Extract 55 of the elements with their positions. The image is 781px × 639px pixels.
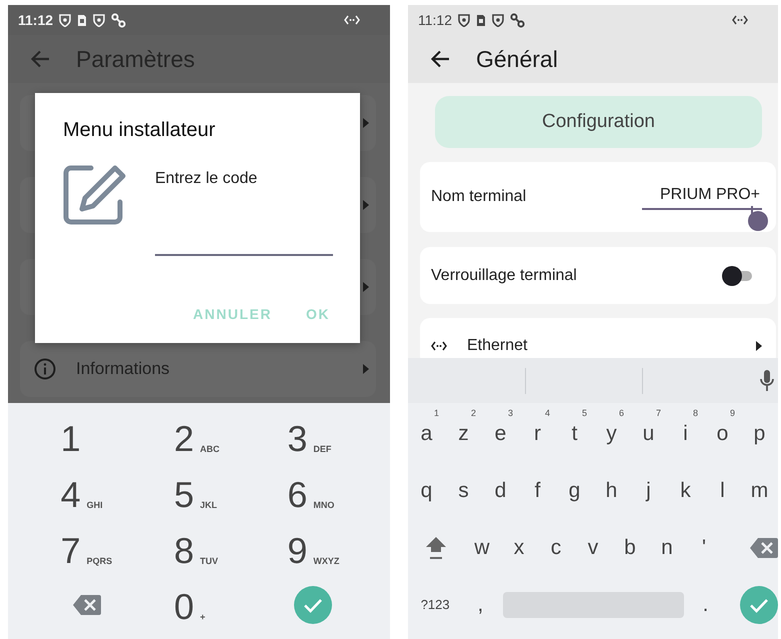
keypad-key[interactable]: 7 PQRS bbox=[30, 521, 144, 577]
keyboard-key[interactable]: p bbox=[741, 405, 778, 462]
keyboard-key[interactable]: f bbox=[519, 462, 556, 519]
keypad-key[interactable]: 9 WXYZ bbox=[256, 521, 370, 577]
keyboard-key[interactable]: h bbox=[593, 462, 630, 519]
keyboard-key[interactable]: d bbox=[482, 462, 519, 519]
keyboard-key[interactable]: u 7 bbox=[630, 405, 667, 462]
field-label: Entrez le code bbox=[155, 170, 258, 188]
keypad-key[interactable]: 5 JKL bbox=[143, 465, 257, 521]
keyboard-key[interactable]: c bbox=[538, 519, 574, 576]
settings-row[interactable]: Ethernet bbox=[420, 318, 776, 358]
status-time: 11:12 bbox=[418, 12, 452, 28]
screen-title: Paramètres bbox=[76, 46, 195, 72]
keypad-key[interactable]: 8 TUV bbox=[143, 521, 257, 577]
keypad-key[interactable]: 1 bbox=[30, 409, 144, 465]
setting-label: Verrouillage terminal bbox=[431, 266, 577, 284]
keyboard-key[interactable]: . bbox=[688, 576, 724, 633]
keypad-key[interactable]: 2 ABC bbox=[143, 409, 257, 465]
keyboard-key[interactable]: z 2 bbox=[445, 405, 482, 462]
dialog-title: Menu installateur bbox=[63, 119, 216, 142]
keyboard-key[interactable]: n bbox=[648, 519, 686, 576]
keyboard-key[interactable]: m bbox=[741, 462, 778, 519]
keyboard-key[interactable]: ' bbox=[686, 519, 722, 576]
keyboard-key[interactable]: y 6 bbox=[593, 405, 630, 462]
configuration-button[interactable]: Configuration bbox=[435, 96, 762, 148]
keyboard-key[interactable]: q bbox=[408, 462, 445, 519]
keypad-key[interactable]: 3 DEF bbox=[256, 409, 370, 465]
keyboard-key[interactable]: x bbox=[500, 519, 538, 576]
keypad-key[interactable]: 4 GHI bbox=[30, 465, 144, 521]
keyboard-key[interactable]: ?123 bbox=[408, 576, 462, 633]
keyboard-key[interactable]: o 9 bbox=[704, 405, 741, 462]
list-item-label: Informations bbox=[76, 359, 170, 379]
keyboard-key[interactable]: v bbox=[574, 519, 612, 576]
keyboard-key[interactable]: a 1 bbox=[408, 405, 445, 462]
keyboard-key[interactable]: , bbox=[462, 576, 498, 633]
keypad-key[interactable]: 0 + bbox=[143, 577, 257, 633]
settings-row[interactable]: Nom terminal PRIUM PRO+ bbox=[420, 162, 776, 232]
keyboard-key[interactable]: g bbox=[556, 462, 593, 519]
setting-label: Nom terminal bbox=[431, 188, 526, 206]
keyboard-key[interactable]: b bbox=[612, 519, 648, 576]
text-input-field[interactable]: PRIUM PRO+ bbox=[642, 186, 762, 210]
keyboard-key[interactable]: j bbox=[630, 462, 667, 519]
setting-label: Ethernet bbox=[467, 337, 528, 355]
keyboard-key[interactable]: s bbox=[445, 462, 482, 519]
keyboard-key[interactable]: e 3 bbox=[482, 405, 519, 462]
keyboard-key[interactable]: r 4 bbox=[519, 405, 556, 462]
keypad-key[interactable]: 6 MNO bbox=[256, 465, 370, 521]
screen-title: Général bbox=[476, 46, 558, 72]
keyboard-key[interactable]: i 8 bbox=[667, 405, 704, 462]
keyboard-key[interactable]: w bbox=[464, 519, 500, 576]
keyboard-key[interactable]: k bbox=[667, 462, 704, 519]
settings-row[interactable]: Verrouillage terminal bbox=[420, 247, 776, 304]
keyboard-key[interactable]: t 5 bbox=[556, 405, 593, 462]
status-time: 11:12 bbox=[18, 12, 54, 28]
keyboard-key[interactable]: l bbox=[704, 462, 741, 519]
